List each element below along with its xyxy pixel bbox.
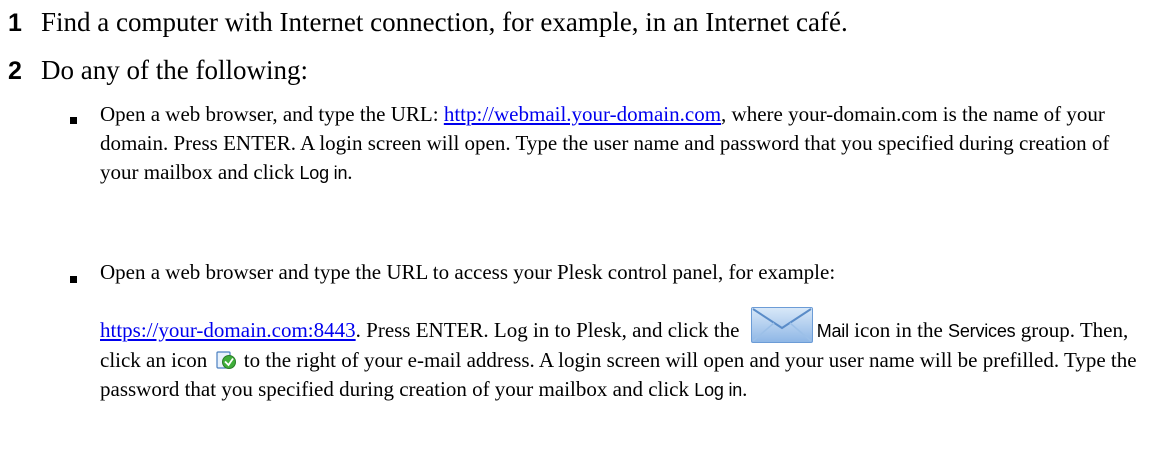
bullet-marker: [70, 276, 77, 283]
paragraph-text: . Press ENTER. Log in to Plesk, and clic…: [355, 318, 745, 342]
mail-icon: [750, 307, 813, 343]
plesk-url-link[interactable]: https://your-domain.com:8443: [100, 318, 356, 342]
paragraph-text: Open a web browser, and type the URL:: [100, 102, 444, 126]
option-plesk-panel: Open a web browser and type the URL to a…: [100, 258, 1145, 405]
mail-label: Mail: [816, 321, 849, 341]
paragraph-line: https://your-domain.com:8443. Press ENTE…: [100, 307, 1145, 405]
step-text: Find a computer with Internet connection…: [41, 7, 848, 37]
step-number: 2: [8, 57, 22, 85]
log-in-label: Log in: [694, 380, 743, 400]
log-in-label: Log in: [299, 163, 348, 183]
option-webmail-url: Open a web browser, and type the URL: ht…: [100, 100, 1145, 188]
step-text: Do any of the following:: [41, 55, 308, 85]
paragraph-text: icon in the: [848, 318, 949, 342]
webmail-url-link[interactable]: http://webmail.your-domain.com: [444, 102, 721, 126]
paragraph-text: Open a web browser and type the URL to a…: [100, 260, 836, 284]
bullet-marker: [70, 117, 77, 124]
paragraph-text: .: [742, 377, 748, 401]
webmail-icon: [215, 349, 237, 371]
services-label: Services: [948, 321, 1016, 341]
step-number: 1: [8, 9, 22, 37]
paragraph-text: .: [347, 160, 353, 184]
paragraph-text: to the right of your e-mail address. A l…: [100, 348, 1137, 401]
